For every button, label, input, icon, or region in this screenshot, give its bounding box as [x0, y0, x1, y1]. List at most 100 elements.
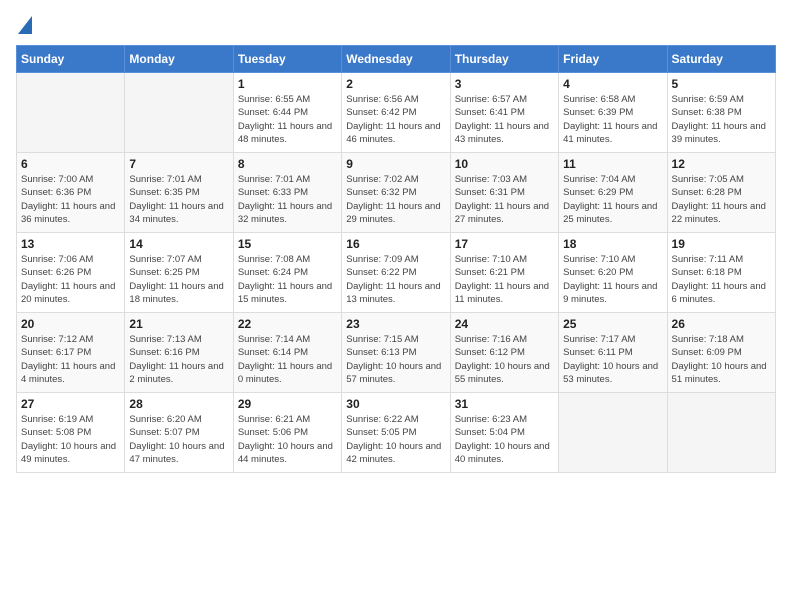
day-info: Sunrise: 6:55 AM Sunset: 6:44 PM Dayligh… — [238, 93, 337, 146]
day-number: 3 — [455, 77, 554, 91]
calendar-cell: 1Sunrise: 6:55 AM Sunset: 6:44 PM Daylig… — [233, 73, 341, 153]
calendar-cell: 5Sunrise: 6:59 AM Sunset: 6:38 PM Daylig… — [667, 73, 775, 153]
day-number: 15 — [238, 237, 337, 251]
calendar-cell: 31 Sunrise: 6:23 AM Sunset: 5:04 PM Dayli… — [450, 393, 558, 473]
calendar-cell: 16 Sunrise: 7:09 AM Sunset: 6:22 PM Dayli… — [342, 233, 450, 313]
calendar-cell: 7 Sunrise: 7:01 AM Sunset: 6:35 PM Daylig… — [125, 153, 233, 233]
day-info: Sunrise: 7:04 AM Sunset: 6:29 PM Dayligh… — [563, 173, 662, 226]
calendar-week-4: 20 Sunrise: 7:12 AM Sunset: 6:17 PM Dayli… — [17, 313, 776, 393]
day-number: 17 — [455, 237, 554, 251]
day-number: 14 — [129, 237, 228, 251]
weekday-header-saturday: Saturday — [667, 46, 775, 73]
day-number: 6 — [21, 157, 120, 171]
day-number: 10 — [455, 157, 554, 171]
day-number: 8 — [238, 157, 337, 171]
day-number: 9 — [346, 157, 445, 171]
calendar-cell: 4Sunrise: 6:58 AM Sunset: 6:39 PM Daylig… — [559, 73, 667, 153]
day-number: 28 — [129, 397, 228, 411]
calendar-cell: 10 Sunrise: 7:03 AM Sunset: 6:31 PM Dayli… — [450, 153, 558, 233]
weekday-header-tuesday: Tuesday — [233, 46, 341, 73]
calendar-cell: 19Sunrise: 7:11 AM Sunset: 6:18 PM Dayli… — [667, 233, 775, 313]
day-info: Sunrise: 7:01 AM Sunset: 6:35 PM Dayligh… — [129, 173, 228, 226]
calendar-cell: 13 Sunrise: 7:06 AM Sunset: 6:26 PM Dayli… — [17, 233, 125, 313]
weekday-header-thursday: Thursday — [450, 46, 558, 73]
day-info: Sunrise: 7:10 AM Sunset: 6:21 PM Dayligh… — [455, 253, 554, 306]
day-number: 12 — [672, 157, 771, 171]
calendar-cell: 21 Sunrise: 7:13 AM Sunset: 6:16 PM Dayli… — [125, 313, 233, 393]
day-number: 7 — [129, 157, 228, 171]
day-number: 22 — [238, 317, 337, 331]
day-number: 24 — [455, 317, 554, 331]
day-number: 21 — [129, 317, 228, 331]
day-info: Sunrise: 7:11 AM Sunset: 6:18 PM Dayligh… — [672, 253, 771, 306]
day-info: Sunrise: 7:01 AM Sunset: 6:33 PM Dayligh… — [238, 173, 337, 226]
day-info: Sunrise: 7:17 AM Sunset: 6:11 PM Dayligh… — [563, 333, 662, 386]
day-number: 26 — [672, 317, 771, 331]
calendar-week-2: 6 Sunrise: 7:00 AM Sunset: 6:36 PM Daylig… — [17, 153, 776, 233]
weekday-header-sunday: Sunday — [17, 46, 125, 73]
day-info: Sunrise: 7:02 AM Sunset: 6:32 PM Dayligh… — [346, 173, 445, 226]
day-number: 5 — [672, 77, 771, 91]
logo-triangle-icon — [18, 14, 32, 34]
day-number: 20 — [21, 317, 120, 331]
day-number: 11 — [563, 157, 662, 171]
calendar-cell: 9 Sunrise: 7:02 AM Sunset: 6:32 PM Daylig… — [342, 153, 450, 233]
day-number: 23 — [346, 317, 445, 331]
day-info: Sunrise: 7:05 AM Sunset: 6:28 PM Dayligh… — [672, 173, 771, 226]
day-info: Sunrise: 7:03 AM Sunset: 6:31 PM Dayligh… — [455, 173, 554, 226]
day-info: Sunrise: 7:06 AM Sunset: 6:26 PM Dayligh… — [21, 253, 120, 306]
day-info: Sunrise: 7:07 AM Sunset: 6:25 PM Dayligh… — [129, 253, 228, 306]
day-number: 29 — [238, 397, 337, 411]
calendar-week-5: 27 Sunrise: 6:19 AM Sunset: 5:08 PM Dayli… — [17, 393, 776, 473]
weekday-header-monday: Monday — [125, 46, 233, 73]
day-info: Sunrise: 7:08 AM Sunset: 6:24 PM Dayligh… — [238, 253, 337, 306]
day-number: 13 — [21, 237, 120, 251]
day-info: Sunrise: 6:57 AM Sunset: 6:41 PM Dayligh… — [455, 93, 554, 146]
day-info: Sunrise: 6:22 AM Sunset: 5:05 PM Dayligh… — [346, 413, 445, 466]
day-info: Sunrise: 6:19 AM Sunset: 5:08 PM Dayligh… — [21, 413, 120, 466]
day-info: Sunrise: 7:15 AM Sunset: 6:13 PM Dayligh… — [346, 333, 445, 386]
calendar-cell — [559, 393, 667, 473]
header — [16, 16, 776, 35]
calendar-cell: 22 Sunrise: 7:14 AM Sunset: 6:14 PM Dayli… — [233, 313, 341, 393]
calendar-cell: 27 Sunrise: 6:19 AM Sunset: 5:08 PM Dayli… — [17, 393, 125, 473]
day-number: 31 — [455, 397, 554, 411]
day-number: 25 — [563, 317, 662, 331]
calendar-week-1: 1Sunrise: 6:55 AM Sunset: 6:44 PM Daylig… — [17, 73, 776, 153]
calendar-body: 1Sunrise: 6:55 AM Sunset: 6:44 PM Daylig… — [17, 73, 776, 473]
day-info: Sunrise: 7:18 AM Sunset: 6:09 PM Dayligh… — [672, 333, 771, 386]
weekday-header-wednesday: Wednesday — [342, 46, 450, 73]
day-number: 18 — [563, 237, 662, 251]
day-info: Sunrise: 7:00 AM Sunset: 6:36 PM Dayligh… — [21, 173, 120, 226]
calendar-cell: 18Sunrise: 7:10 AM Sunset: 6:20 PM Dayli… — [559, 233, 667, 313]
day-info: Sunrise: 6:56 AM Sunset: 6:42 PM Dayligh… — [346, 93, 445, 146]
calendar-table: SundayMondayTuesdayWednesdayThursdayFrid… — [16, 45, 776, 473]
calendar-week-3: 13 Sunrise: 7:06 AM Sunset: 6:26 PM Dayli… — [17, 233, 776, 313]
day-info: Sunrise: 7:16 AM Sunset: 6:12 PM Dayligh… — [455, 333, 554, 386]
calendar-cell: 30 Sunrise: 6:22 AM Sunset: 5:05 PM Dayli… — [342, 393, 450, 473]
calendar-cell: 6 Sunrise: 7:00 AM Sunset: 6:36 PM Daylig… — [17, 153, 125, 233]
day-info: Sunrise: 6:23 AM Sunset: 5:04 PM Dayligh… — [455, 413, 554, 466]
day-info: Sunrise: 6:21 AM Sunset: 5:06 PM Dayligh… — [238, 413, 337, 466]
day-info: Sunrise: 7:13 AM Sunset: 6:16 PM Dayligh… — [129, 333, 228, 386]
day-info: Sunrise: 7:12 AM Sunset: 6:17 PM Dayligh… — [21, 333, 120, 386]
day-number: 27 — [21, 397, 120, 411]
calendar-cell — [125, 73, 233, 153]
calendar-cell: 17 Sunrise: 7:10 AM Sunset: 6:21 PM Dayli… — [450, 233, 558, 313]
day-info: Sunrise: 7:14 AM Sunset: 6:14 PM Dayligh… — [238, 333, 337, 386]
day-number: 4 — [563, 77, 662, 91]
calendar-cell: 3 Sunrise: 6:57 AM Sunset: 6:41 PM Daylig… — [450, 73, 558, 153]
calendar-cell: 20 Sunrise: 7:12 AM Sunset: 6:17 PM Dayli… — [17, 313, 125, 393]
calendar-cell: 25 Sunrise: 7:17 AM Sunset: 6:11 PM Dayli… — [559, 313, 667, 393]
day-number: 30 — [346, 397, 445, 411]
day-info: Sunrise: 6:20 AM Sunset: 5:07 PM Dayligh… — [129, 413, 228, 466]
day-number: 16 — [346, 237, 445, 251]
calendar-cell: 26 Sunrise: 7:18 AM Sunset: 6:09 PM Dayli… — [667, 313, 775, 393]
calendar-cell: 2Sunrise: 6:56 AM Sunset: 6:42 PM Daylig… — [342, 73, 450, 153]
calendar-cell: 8 Sunrise: 7:01 AM Sunset: 6:33 PM Daylig… — [233, 153, 341, 233]
calendar-cell — [667, 393, 775, 473]
calendar-cell: 24 Sunrise: 7:16 AM Sunset: 6:12 PM Dayli… — [450, 313, 558, 393]
day-info: Sunrise: 7:09 AM Sunset: 6:22 PM Dayligh… — [346, 253, 445, 306]
calendar-cell: 11 Sunrise: 7:04 AM Sunset: 6:29 PM Dayli… — [559, 153, 667, 233]
calendar-cell: 28 Sunrise: 6:20 AM Sunset: 5:07 PM Dayli… — [125, 393, 233, 473]
